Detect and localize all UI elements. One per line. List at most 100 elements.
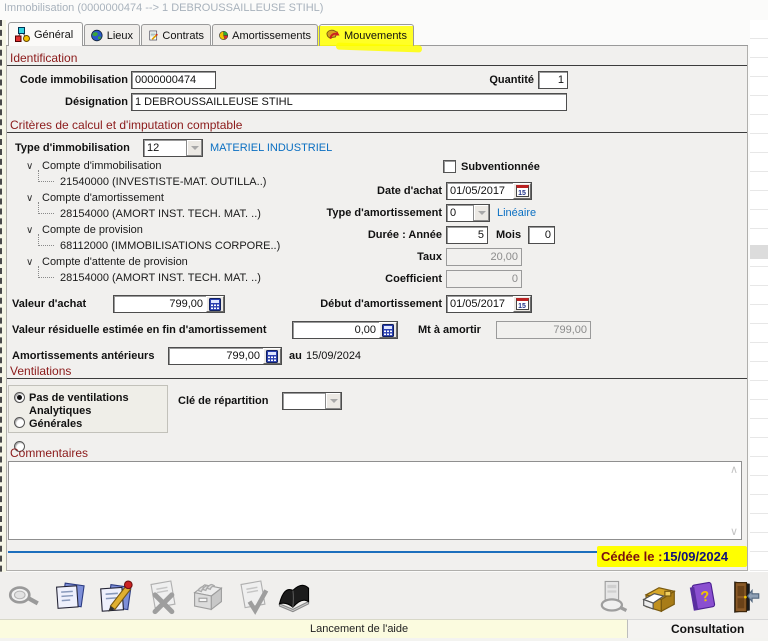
calculator-icon[interactable] [206,296,224,312]
exit-icon [734,581,760,613]
commentaires-textarea[interactable]: ∧ ∨ [8,461,742,540]
type-immobilisation-name: MATERIEL INDUSTRIEL [210,142,333,154]
tab-general[interactable]: Général [8,22,83,46]
tree-leaf-account-3: 68112000 (IMMOBILISATIONS CORPORE..) [60,240,281,252]
tree-node-compte-immobilisation: Compte d'immobilisation [42,160,162,172]
ventilations-rule [7,365,747,379]
list-button[interactable] [50,576,90,616]
tab-general-label: Général [34,28,74,41]
calculator-icon[interactable] [263,348,281,364]
scroll-up-icon[interactable]: ∧ [730,463,738,476]
preview-icon [600,580,628,613]
quantite-label: Quantité [489,74,534,86]
debut-amortissement-field[interactable]: 01/05/2017 15 [446,295,532,313]
identification-rule [7,52,747,66]
type-immobilisation-combo[interactable]: 12 [143,139,203,157]
tree-connector [38,234,54,246]
statusbar-mode: Consultation [671,622,745,636]
taux-label: Taux [417,251,442,263]
edit-icon [100,580,133,612]
tree-expand-icon-1[interactable]: ∨ [26,161,33,172]
cession-highlight: Cédée le : 15/09/2024 [597,546,747,567]
edit-button[interactable] [96,576,136,616]
tree-expand-icon-2[interactable]: ∨ [26,193,33,204]
debut-amortissement-value: 01/05/2017 [450,298,506,310]
valeur-achat-field[interactable]: 799,00 [113,295,225,313]
type-amortissement-label: Type d'amortissement [326,207,443,219]
tab-lieux-label: Lieux [106,29,133,42]
tree-leaf-account-4: 28154000 (AMORT INST. TECH. MAT. ..) [60,272,261,284]
search-button[interactable] [4,576,44,616]
tab-mouvements[interactable]: Mouvements [319,24,414,46]
type-immobilisation-label: Type d'immobilisation [15,142,130,154]
movement-icon [326,29,340,39]
validate-button[interactable] [234,576,274,616]
au-label: au [289,350,302,362]
mois-field[interactable]: 0 [528,226,555,244]
duree-annee-field[interactable]: 5 [446,226,488,244]
scroll-down-icon[interactable]: ∨ [730,525,738,538]
chevron-down-icon[interactable] [325,393,341,409]
calendar-icon[interactable]: 15 [513,183,531,199]
tree-node-compte-provision: Compte de provision [42,224,143,236]
duree-annee-label: Durée : Année [367,229,442,241]
tree-connector [38,202,54,214]
date-achat-label: Date d'achat [377,185,442,197]
tab-contrats[interactable]: Contrats [141,24,211,46]
tab-lieux[interactable]: Lieux [84,24,140,46]
contract-icon [149,30,158,41]
tree-expand-icon-3[interactable]: ∨ [26,225,33,236]
cle-repartition-combo[interactable] [282,392,342,410]
date-achat-field[interactable]: 01/05/2017 15 [446,182,532,200]
code-immobilisation-field[interactable]: 0000000474 [131,71,216,89]
tree-connector [38,170,54,182]
help-button[interactable]: ? [684,576,724,616]
calendar-icon[interactable]: 15 [513,296,531,312]
exit-button[interactable] [722,576,762,616]
cle-repartition-label: Clé de répartition [178,395,269,407]
type-amortissement-combo[interactable]: 0 [446,204,490,222]
valeur-residuelle-label: Valeur résiduelle estimée en fin d'amort… [12,324,267,336]
tree-connector [38,266,54,278]
mois-label: Mois [496,229,522,241]
delete-button[interactable] [144,576,184,616]
radio-pas-de-ventilations-label: Pas de ventilations [29,392,129,404]
app-window: Immobilisation (0000000474 --> 1 DEBROUS… [0,0,768,641]
tree-leaf-account-2: 28154000 (AMORT INST. TECH. MAT. ..) [60,208,261,220]
cle-repartition-value [283,393,325,409]
print-icon [642,587,676,613]
chevron-down-icon[interactable] [473,205,489,221]
archive-button[interactable] [188,576,228,616]
amortissements-anterieurs-field[interactable]: 799,00 [168,347,282,365]
cession-divider-line [8,551,597,553]
date-achat-value: 01/05/2017 [450,185,506,197]
globe-icon [91,29,103,42]
valeur-achat-label: Valeur d'achat [12,298,87,310]
au-date: 15/09/2024 [306,350,362,362]
subventionnee-checkbox[interactable] [443,160,456,173]
designation-field[interactable]: 1 DEBROUSSAILLEUSE STIHL [131,93,567,111]
calculator-icon[interactable] [379,322,397,338]
statusbar-message-area: Lancement de l'aide [0,619,627,638]
mt-a-amortir-label: Mt à amortir [418,324,481,336]
taux-field: 20,00 [446,248,522,266]
type-immobilisation-value: 12 [147,142,160,154]
tab-amortissements[interactable]: Amortissements [212,24,318,46]
print-button[interactable] [639,576,679,616]
radio-generales-label: Générales [29,418,83,430]
radio-analytiques[interactable] [14,417,25,428]
coefficient-label: Coefficient [385,273,442,285]
chevron-down-icon[interactable] [186,140,202,156]
radio-pas-de-ventilations[interactable] [14,392,25,403]
section-commentaires: Commentaires [10,446,89,460]
tree-expand-icon-4[interactable]: ∨ [26,257,33,268]
quantite-field[interactable]: 1 [538,71,568,89]
valeur-residuelle-field[interactable]: 0,00 [292,321,398,339]
pie-chart-icon [219,31,229,40]
amortissements-anterieurs-label: Amortissements antérieurs [12,350,155,362]
statusbar-mode-area: Consultation [627,619,768,638]
valeur-residuelle-value: 0,00 [354,324,376,336]
preview-button[interactable] [593,576,633,616]
tree-node-compte-attente-provision: Compte d'attente de provision [42,256,188,268]
book-button[interactable] [274,576,314,616]
